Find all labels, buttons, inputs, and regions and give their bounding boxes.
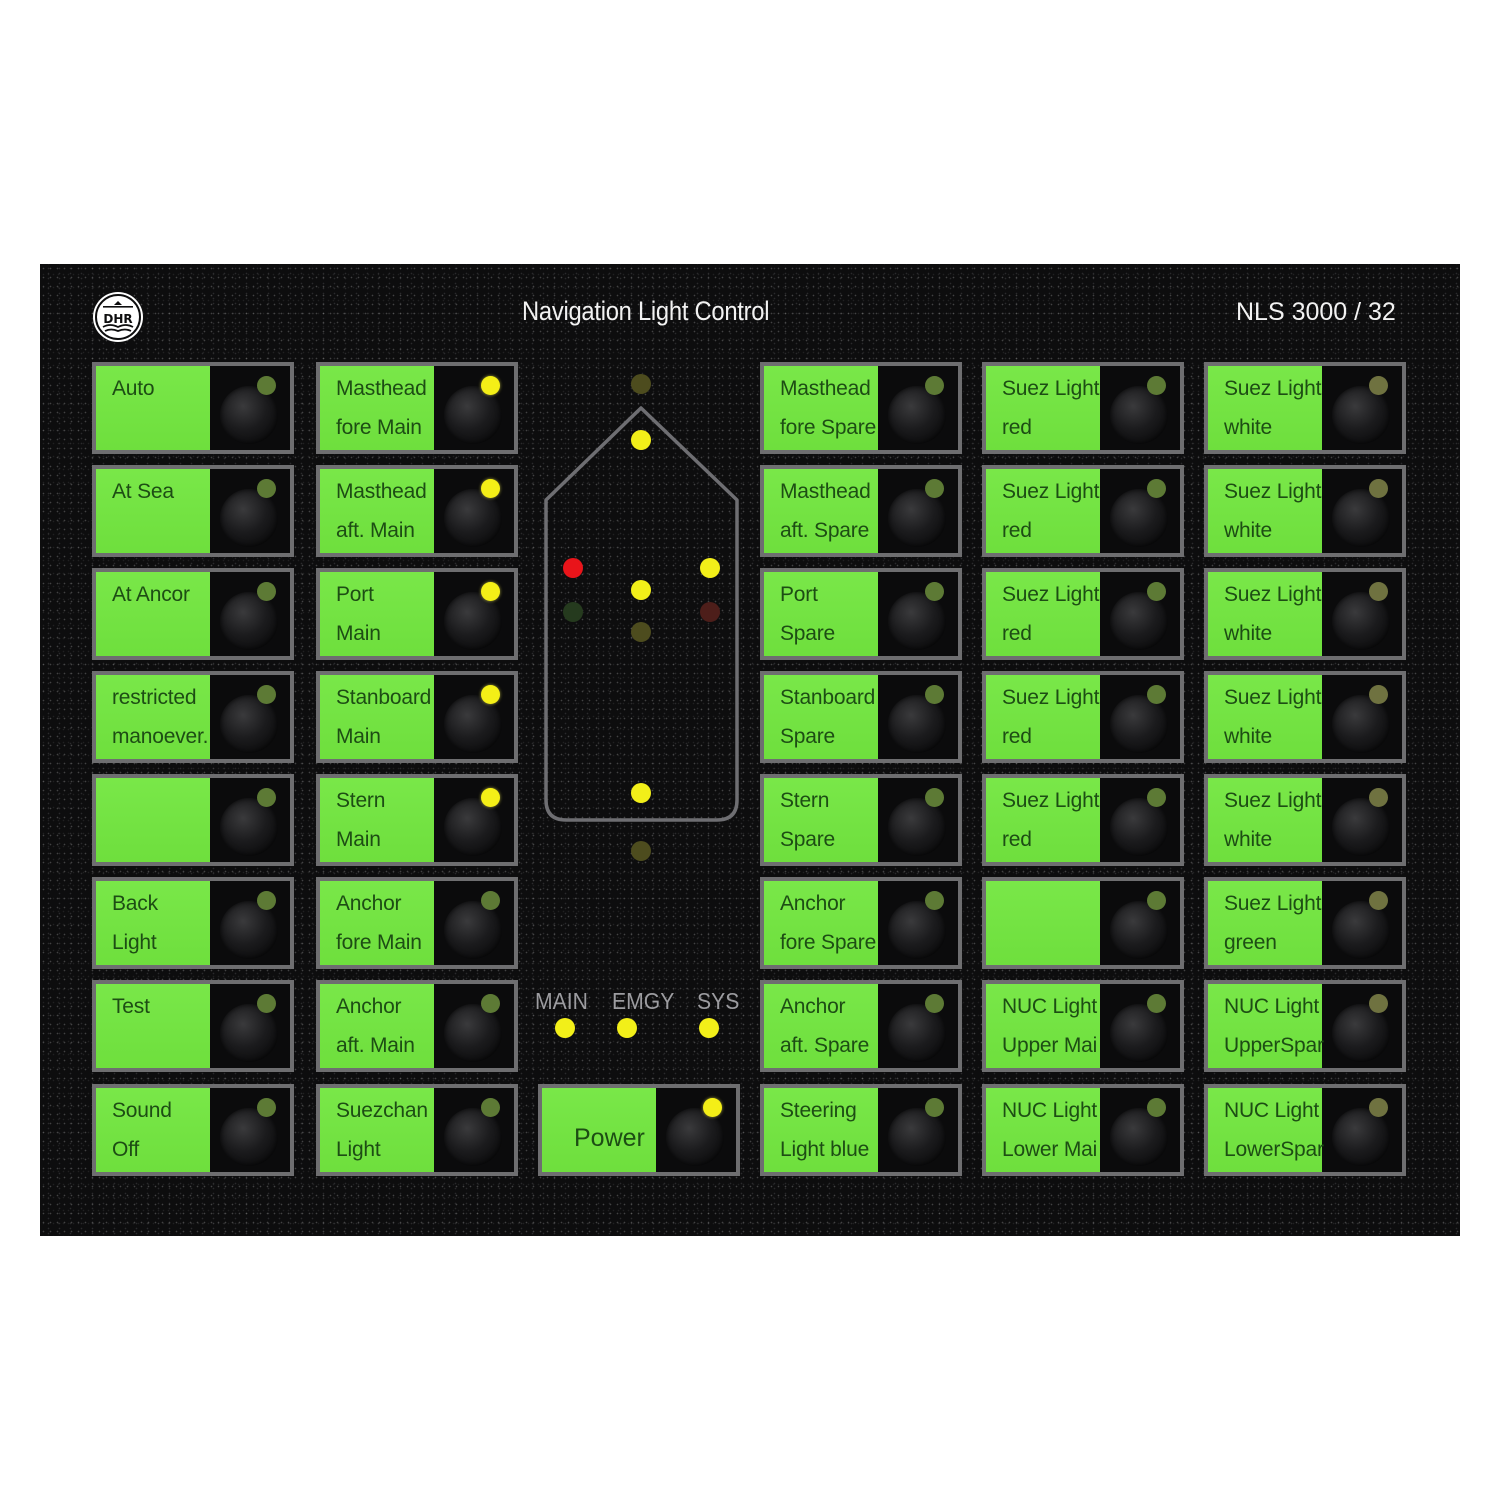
- port-spare-indicator: [563, 602, 583, 622]
- ship-diagram: [544, 406, 739, 822]
- masthead-aft-spare-indicator: [631, 622, 651, 642]
- starboard-spare-indicator: [700, 602, 720, 622]
- stern-spare-indicator: [631, 841, 651, 861]
- power-knob-icon: [666, 1108, 724, 1166]
- power-label: Power: [574, 1124, 645, 1152]
- starboard-main-indicator: [700, 558, 720, 578]
- stern-main-indicator: [631, 783, 651, 803]
- status-label-sys: SYS: [697, 988, 740, 1014]
- masthead-fore-indicator: [631, 430, 651, 450]
- power-button[interactable]: Power: [538, 1084, 740, 1176]
- masthead-top-indicator: [631, 374, 651, 394]
- main-status-led: [555, 1018, 575, 1038]
- emgy-status-led: [617, 1018, 637, 1038]
- power-lcd: Power: [542, 1088, 656, 1172]
- sys-status-led: [699, 1018, 719, 1038]
- masthead-aft-indicator: [631, 580, 651, 600]
- status-label-emgy: EMGY: [612, 988, 675, 1014]
- status-label-main: MAIN: [535, 988, 588, 1014]
- power-led: [703, 1098, 722, 1117]
- port-main-indicator: [563, 558, 583, 578]
